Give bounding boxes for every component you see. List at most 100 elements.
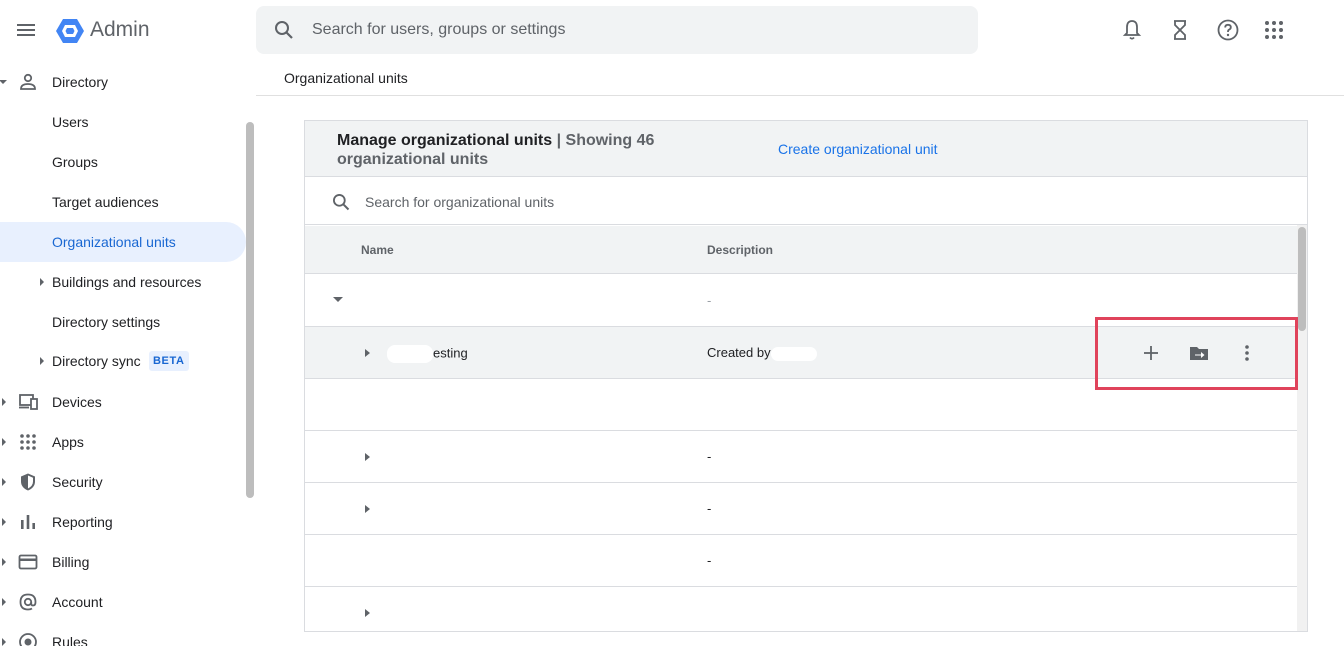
sidebar-item-label: Directory settings (52, 314, 161, 330)
search-icon (275, 21, 293, 39)
ou-description: - (707, 293, 712, 308)
org-units-card: Manage organizational units | Showing 46… (304, 120, 1308, 632)
table-row[interactable]: - (305, 483, 1297, 535)
sidebar-item-label: Security (52, 474, 103, 490)
table-header: Name Description (305, 226, 1297, 274)
sidebar-item-security[interactable]: Security (0, 462, 246, 502)
global-search-input[interactable] (312, 6, 952, 54)
sidebar-item-label: Reporting (52, 514, 113, 530)
sidebar-item-label: Groups (52, 154, 98, 170)
more-options-button[interactable] (1229, 335, 1265, 371)
expand-caret-icon[interactable] (2, 638, 6, 646)
sidebar-item-directory-sync[interactable]: Directory sync BETA (0, 341, 246, 381)
sidebar-item-apps[interactable]: Apps (0, 422, 246, 462)
shield-icon (21, 473, 35, 491)
column-header-description[interactable]: Description (707, 243, 773, 257)
table-row[interactable] (305, 587, 1297, 631)
title-separator: | (552, 132, 566, 149)
sidebar-item-label: Account (52, 594, 103, 610)
expand-caret-icon[interactable] (2, 558, 6, 566)
sidebar-item-devices[interactable]: Devices (0, 382, 246, 422)
expand-caret-icon[interactable] (2, 398, 6, 406)
ou-description-cell: Created by (707, 345, 817, 361)
notifications-icon[interactable] (1120, 18, 1144, 42)
ou-name-cell: esting (387, 345, 468, 363)
expand-caret-icon[interactable] (0, 80, 7, 84)
expand-caret-icon[interactable] (2, 518, 6, 526)
sidebar-item-account[interactable]: Account (0, 582, 246, 622)
sidebar-item-label: Target audiences (52, 194, 159, 210)
add-sub-ou-button[interactable] (1133, 335, 1169, 371)
devices-icon (19, 394, 38, 410)
sidebar-item-label: Apps (52, 434, 84, 450)
more-vert-icon (1245, 345, 1249, 361)
card-title: Manage organizational units | Showing 46… (337, 131, 667, 169)
global-search[interactable] (256, 6, 978, 54)
ou-description: - (707, 449, 712, 464)
sidebar-item-target-audiences[interactable]: Target audiences (0, 182, 246, 222)
table-row[interactable]: esting Created by (305, 327, 1297, 379)
sidebar-item-label: Buildings and resources (52, 274, 202, 290)
table-scrollbar[interactable] (1297, 225, 1307, 631)
sidebar-item-directory-settings[interactable]: Directory settings (0, 302, 246, 342)
sidebar-item-label: Devices (52, 394, 102, 410)
sidebar-item-directory[interactable]: Directory (0, 62, 246, 102)
expand-caret-icon[interactable] (365, 609, 370, 617)
sidebar-item-label: Directory (52, 74, 109, 90)
main-menu-button[interactable] (12, 16, 40, 44)
top-bar: Admin (0, 0, 1344, 60)
expand-caret-icon[interactable] (2, 438, 6, 446)
apps-icon (20, 434, 36, 450)
card-header: Manage organizational units | Showing 46… (305, 121, 1307, 177)
beta-badge: BETA (149, 351, 189, 371)
search-icon (333, 194, 350, 211)
column-header-name[interactable]: Name (361, 243, 394, 257)
table-row[interactable]: - (305, 535, 1297, 587)
sidebar-item-rules[interactable]: Rules (0, 622, 246, 646)
expand-caret-icon[interactable] (365, 453, 370, 461)
expand-caret-icon[interactable] (40, 278, 44, 286)
hourglass-icon[interactable] (1168, 18, 1192, 42)
add-icon (1144, 346, 1158, 360)
ou-description: - (707, 501, 712, 516)
rules-icon (19, 633, 37, 646)
divider (256, 95, 1344, 96)
expand-caret-icon[interactable] (2, 478, 6, 486)
sidebar: Directory Users Groups Target audiences … (0, 60, 256, 646)
sidebar-item-reporting[interactable]: Reporting (0, 502, 246, 542)
breadcrumb: Organizational units (284, 70, 408, 86)
sidebar-scrollbar[interactable] (246, 122, 254, 498)
sidebar-item-organizational-units[interactable]: Organizational units (0, 222, 246, 262)
move-folder-icon (1190, 347, 1208, 360)
expand-caret-icon[interactable] (365, 505, 370, 513)
table-row[interactable] (305, 379, 1297, 431)
bar-chart-icon (21, 515, 35, 529)
ou-search[interactable] (305, 178, 1307, 225)
sidebar-item-billing[interactable]: Billing (0, 542, 246, 582)
ou-description: - (707, 553, 712, 568)
apps-grid-icon[interactable] (1262, 18, 1286, 42)
sidebar-item-label: Billing (52, 554, 90, 570)
move-ou-button[interactable] (1181, 335, 1217, 371)
row-actions (1133, 335, 1293, 371)
ou-description: Created by (707, 345, 771, 360)
table-row[interactable]: - (305, 431, 1297, 483)
sidebar-item-buildings-and-resources[interactable]: Buildings and resources (0, 262, 246, 302)
expand-caret-icon[interactable] (2, 598, 6, 606)
help-icon[interactable] (1216, 18, 1240, 42)
redacted-block (387, 345, 433, 363)
expand-caret-icon[interactable] (40, 357, 44, 365)
collapse-caret-icon[interactable] (333, 297, 343, 302)
at-sign-icon (19, 593, 37, 611)
ou-search-input[interactable] (365, 178, 965, 225)
sidebar-item-users[interactable]: Users (0, 102, 246, 142)
table-row[interactable]: - (305, 275, 1297, 327)
sidebar-item-label: Directory sync (52, 353, 141, 369)
sidebar-item-label: Rules (52, 634, 88, 646)
expand-caret-icon[interactable] (365, 349, 370, 357)
table-scrollbar-thumb[interactable] (1298, 227, 1306, 331)
sidebar-item-groups[interactable]: Groups (0, 142, 246, 182)
ou-name: esting (433, 345, 468, 361)
person-icon (20, 73, 36, 90)
create-ou-link[interactable]: Create organizational unit (778, 141, 938, 157)
